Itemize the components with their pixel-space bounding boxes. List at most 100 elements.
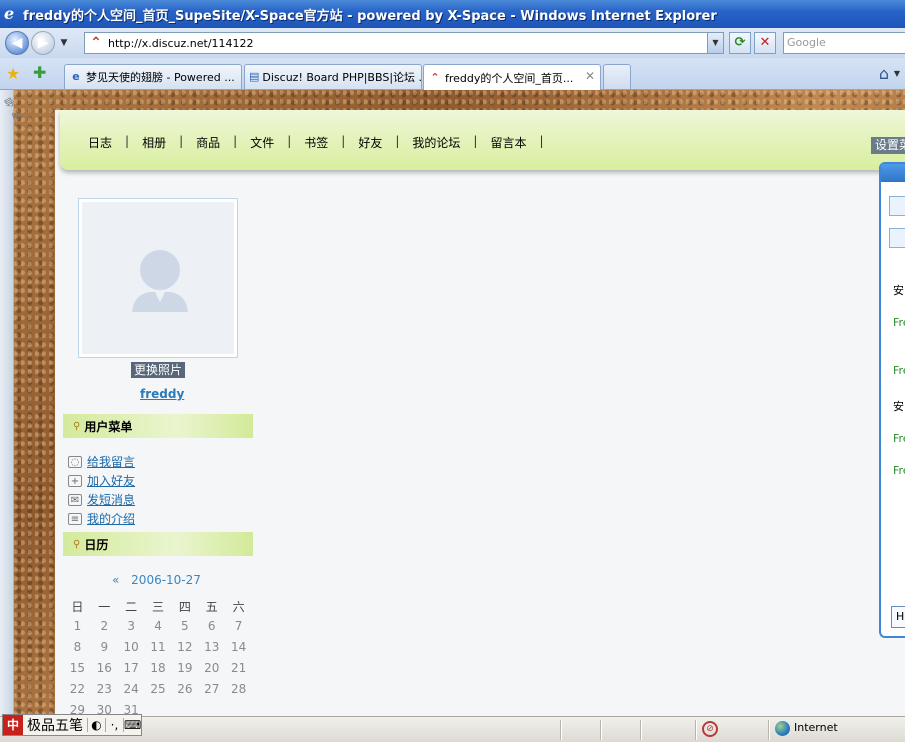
user-menu-item-add-friend[interactable]: + 加入好友	[68, 471, 135, 490]
calendar-day[interactable]: 15	[64, 661, 91, 682]
menu-item-goods[interactable]: 商品	[196, 134, 220, 151]
side-panel-tab[interactable]	[889, 196, 905, 216]
calendar-day[interactable]: 2	[91, 619, 118, 640]
menu-item-friends[interactable]: 好友	[358, 134, 382, 151]
history-dropdown-icon[interactable]: ▼	[58, 38, 70, 48]
calendar-day[interactable]: 16	[91, 661, 118, 682]
window-title: freddy的个人空间_首页_SupeSite/X-Space官方站 - pow…	[23, 8, 717, 24]
calendar-header: ⚲ 日历	[63, 532, 253, 556]
user-menu-item-my-intro[interactable]: ≡ 我的介绍	[68, 509, 135, 528]
calendar-week-row: 8 9 10 11 12 13 14	[64, 640, 252, 661]
refresh-button[interactable]: ⟳	[729, 32, 751, 54]
popup-blocked-icon[interactable]: ⊘	[702, 721, 718, 737]
calendar-day[interactable]: 3	[118, 619, 145, 640]
calendar-day[interactable]: 23	[91, 682, 118, 703]
calendar-day[interactable]: 6	[198, 619, 225, 640]
menu-item-files[interactable]: 文件	[250, 134, 274, 151]
menu-item-blog[interactable]: 日志	[88, 134, 112, 151]
address-input[interactable]: ⌃ http://x.discuz.net/114122 ▼	[84, 32, 724, 54]
calendar-week-row: 1 2 3 4 5 6 7	[64, 619, 252, 640]
ie-page-icon: e	[72, 70, 80, 83]
calendar-day[interactable]: 17	[118, 661, 145, 682]
side-nav-strip[interactable]: 导航	[0, 90, 25, 716]
ie-logo-icon: e	[4, 4, 15, 23]
back-button[interactable]: ◀	[5, 31, 29, 55]
tab-freddy-space[interactable]: ⌃ freddy的个人空间_首页... ✕	[423, 64, 601, 90]
soft-keyboard-icon[interactable]: ⌨	[123, 718, 141, 732]
security-zone-label: Internet	[794, 721, 838, 734]
home-dropdown-icon[interactable]: ▼	[894, 69, 900, 78]
settings-menu-button[interactable]: 设置菜	[871, 137, 905, 154]
calendar-day[interactable]: 11	[145, 640, 172, 661]
tab-bar: ★ ✚ e 梦见天使的翅膀 - Powered ... ▤ Discuz! Bo…	[0, 58, 905, 90]
calendar-day[interactable]: 20	[198, 661, 225, 682]
username-link[interactable]: freddy	[140, 387, 184, 401]
user-menu-list: ◌ 给我留言 + 加入好友 ✉ 发短消息 ≡ 我的介绍	[68, 452, 135, 528]
new-tab-button[interactable]	[603, 64, 631, 89]
home-icon[interactable]: ⌂	[879, 64, 889, 83]
menu-item-album[interactable]: 相册	[142, 134, 166, 151]
url-text[interactable]: http://x.discuz.net/114122	[108, 37, 254, 50]
side-panel-row[interactable]: Fre	[893, 464, 905, 477]
side-panel-row[interactable]: Fre	[893, 432, 905, 445]
forward-button[interactable]: ▶	[31, 31, 55, 55]
calendar-day[interactable]: 25	[145, 682, 172, 703]
add-favorite-icon[interactable]: ✚	[33, 63, 46, 82]
calendar-day[interactable]: 1	[64, 619, 91, 640]
calendar-day[interactable]: 21	[225, 661, 252, 682]
calendar-day[interactable]: 7	[225, 619, 252, 640]
change-photo-button[interactable]: 更换照片	[131, 362, 186, 378]
tab-angel-wings[interactable]: e 梦见天使的翅膀 - Powered ...	[64, 64, 242, 89]
calendar-day[interactable]: 18	[145, 661, 172, 682]
search-input[interactable]: Google	[783, 32, 905, 54]
menu-item-my-forum[interactable]: 我的论坛	[412, 134, 460, 151]
calendar-day[interactable]: 22	[64, 682, 91, 703]
calendar-nav: « 2006-10-27	[112, 573, 201, 587]
punctuation-icon[interactable]: ·,	[105, 718, 123, 732]
address-dropdown-icon[interactable]: ▼	[707, 33, 723, 53]
default-avatar-icon	[132, 250, 188, 312]
ime-logo-icon[interactable]: 中	[3, 715, 23, 735]
side-panel-row[interactable]: Fre	[893, 316, 905, 329]
ime-toolbar[interactable]: 中 极品五笔 ◐ ·, ⌨	[2, 714, 142, 736]
stop-button[interactable]: ✕	[754, 32, 776, 54]
user-menu-item-leave-message[interactable]: ◌ 给我留言	[68, 452, 135, 471]
calendar-day[interactable]: 28	[225, 682, 252, 703]
calendar-grid: 日 一 二 三 四 五 六 1 2 3 4 5 6 7 8 9 10 11 12…	[64, 598, 252, 724]
calendar-day[interactable]: 9	[91, 640, 118, 661]
calendar-day[interactable]: 10	[118, 640, 145, 661]
calendar-day[interactable]: 12	[171, 640, 198, 661]
top-menu: 日志 | 相册 | 商品 | 文件 | 书签 | 好友 | 我的论坛 | 留言本…	[88, 134, 544, 151]
calendar-day[interactable]: 4	[145, 619, 172, 640]
calendar-prev-button[interactable]: «	[112, 573, 119, 587]
side-panel-row[interactable]: Fre	[893, 364, 905, 377]
calendar-day[interactable]: 13	[198, 640, 225, 661]
calendar-day[interactable]: 8	[64, 640, 91, 661]
calendar-day[interactable]: 19	[171, 661, 198, 682]
calendar-day[interactable]: 27	[198, 682, 225, 703]
side-panel-hi-button[interactable]: Hi	[891, 606, 905, 628]
close-tab-icon[interactable]: ✕	[585, 69, 595, 83]
user-menu-item-send-message[interactable]: ✉ 发短消息	[68, 490, 135, 509]
avatar-frame	[78, 198, 238, 358]
floating-side-panel[interactable]: 安 Fre Fre 安 Fre Fre Hi	[879, 162, 905, 638]
calendar-week-row: 15 16 17 18 19 20 21	[64, 661, 252, 682]
half-width-icon[interactable]: ◐	[87, 718, 105, 732]
menu-item-bookmarks[interactable]: 书签	[304, 134, 328, 151]
menu-item-guestbook[interactable]: 留言本	[490, 134, 526, 151]
internet-zone-icon	[775, 721, 790, 736]
tab-discuz-board[interactable]: ▤ Discuz! Board PHP|BBS|论坛 ...	[244, 64, 422, 89]
add-friend-icon: +	[68, 474, 82, 487]
address-toolbar: ◀ ▶ ▼ ⌃ http://x.discuz.net/114122 ▼ ⟳ ✕…	[0, 28, 905, 58]
ime-name[interactable]: 极品五笔	[23, 715, 87, 735]
calendar-day[interactable]: 24	[118, 682, 145, 703]
calendar-day[interactable]: 14	[225, 640, 252, 661]
side-panel-row: 安	[893, 400, 904, 413]
tab-label: Discuz! Board PHP|BBS|论坛 ...	[262, 71, 422, 84]
side-panel-row: 安	[893, 284, 904, 297]
calendar-day[interactable]: 5	[171, 619, 198, 640]
favorites-star-icon[interactable]: ★	[6, 64, 20, 83]
calendar-day[interactable]: 26	[171, 682, 198, 703]
user-menu-header: ⚲ 用户菜单	[63, 414, 253, 438]
side-panel-tab[interactable]	[889, 228, 905, 248]
